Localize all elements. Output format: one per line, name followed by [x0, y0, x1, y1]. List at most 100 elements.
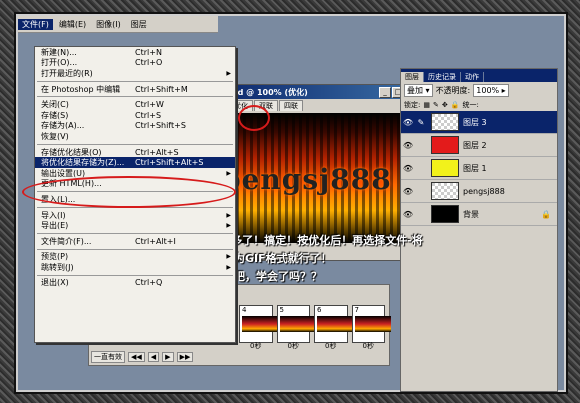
submenu-arrow-icon: ▶ — [226, 69, 231, 77]
tab-actions[interactable]: 动作 — [461, 72, 484, 82]
lock-move-icon[interactable]: ✥ — [442, 101, 448, 109]
highlight-ellipse — [22, 176, 236, 208]
menu-separator — [37, 143, 233, 145]
lock-all-icon[interactable]: 🔒 — [451, 101, 460, 109]
layer-thumbnail — [431, 159, 459, 177]
frame-duration[interactable]: 0秒 — [363, 341, 374, 351]
frame-number: 5 — [279, 306, 284, 314]
animation-frame[interactable]: 4 0秒 — [239, 305, 278, 350]
layer-thumbnail — [431, 205, 459, 223]
menu-item-shortcut: Ctrl+W — [135, 100, 164, 110]
frame-duration[interactable]: 0秒 — [250, 341, 261, 351]
file-menu-item[interactable]: 恢复(V) — [35, 131, 235, 142]
menu-layer[interactable]: 图层 — [127, 19, 151, 30]
frame-number: 6 — [317, 306, 322, 314]
layer-row[interactable]: 👁 ✎ 图层 3 — [401, 111, 557, 134]
file-menu-item[interactable]: 退出(X) Ctrl+Q — [35, 278, 235, 289]
menu-file[interactable]: 文件(F) — [18, 18, 53, 30]
eye-icon[interactable]: 👁 — [401, 164, 415, 173]
eye-icon[interactable]: 👁 — [401, 210, 415, 219]
menu-item-label: 在 Photoshop 中编辑 — [41, 84, 121, 94]
layer-thumbnail — [431, 182, 459, 200]
menu-item-label: 文件简介(F)... — [41, 236, 92, 246]
menu-image[interactable]: 图像(I) — [92, 19, 125, 30]
eye-icon[interactable]: 👁 — [401, 187, 415, 196]
file-menu-item[interactable]: 文件简介(F)... Ctrl+Alt+I — [35, 236, 235, 247]
file-menu-item[interactable]: 存储优化结果(O) Ctrl+Alt+S — [35, 147, 235, 158]
file-menu-item[interactable]: 打开(O)... Ctrl+O — [35, 58, 235, 69]
loop-select[interactable]: 一直有效 — [91, 351, 125, 363]
menu-item-label: 导入(I) — [41, 210, 66, 220]
file-menu-item[interactable]: 在 Photoshop 中编辑 Ctrl+Shift+M — [35, 84, 235, 95]
file-menu-item[interactable]: 跳转到(J) ▶ — [35, 262, 235, 273]
menu-item-shortcut: Ctrl+Alt+S — [135, 147, 179, 157]
menu-item-label: 导出(E) — [41, 221, 69, 231]
file-menu-item[interactable]: 存储为(A)... Ctrl+Shift+S — [35, 121, 235, 132]
menu-separator — [37, 96, 233, 98]
file-menu-item[interactable]: 预览(P) ▶ — [35, 252, 235, 263]
layer-name: 图层 3 — [463, 117, 487, 127]
layer-row[interactable]: 👁 图层 2 — [401, 134, 557, 157]
file-menu-item[interactable]: 存储(S) Ctrl+S — [35, 110, 235, 121]
frame-duration[interactable]: 0秒 — [288, 341, 299, 351]
animation-frame[interactable]: 6 0秒 — [314, 305, 353, 350]
menu-item-label: 关闭(C) — [41, 100, 69, 110]
menu-item-label: 打开最近的(R) — [41, 68, 93, 78]
file-menu-item[interactable]: 关闭(C) Ctrl+W — [35, 99, 235, 110]
tab-4up[interactable]: 四联 — [279, 100, 303, 111]
menu-item-label: 存储(S) — [41, 110, 69, 120]
menu-item-shortcut: Ctrl+Q — [135, 278, 163, 288]
highlight-circle — [238, 105, 270, 131]
frame-duration[interactable]: 0秒 — [325, 341, 336, 351]
frame-thumbnail — [317, 316, 353, 332]
opacity-field[interactable]: 100% ▸ — [473, 83, 509, 97]
tab-layers[interactable]: 图层 — [401, 72, 424, 82]
file-menu-item[interactable]: 新建(N)... Ctrl+N — [35, 47, 235, 58]
next-frame-button[interactable]: ▶▶ — [176, 352, 194, 362]
outer-frame: 文件(F) 编辑(E) 图像(I) 图层 11.psd @ 100% (优化) … — [0, 0, 580, 403]
lock-label: 锁定: — [404, 100, 421, 109]
menu-separator — [37, 80, 233, 82]
menu-separator — [37, 232, 233, 234]
submenu-arrow-icon: ▶ — [226, 263, 231, 271]
menu-item-label: 新建(N)... — [41, 47, 77, 57]
menubar: 文件(F) 编辑(E) 图像(I) 图层 — [18, 16, 218, 33]
eye-icon[interactable]: 👁 — [401, 118, 415, 127]
prev-frame-button[interactable]: ◀ — [147, 352, 160, 362]
animation-frame[interactable]: 7 0秒 — [351, 305, 391, 350]
layer-thumbnail — [431, 136, 459, 154]
eye-icon[interactable]: 👁 — [401, 141, 415, 150]
tab-history[interactable]: 历史记录 — [424, 72, 461, 82]
lock-paint-icon[interactable]: ✎ — [433, 101, 439, 109]
layer-row[interactable]: 👁 pengsj888 — [401, 180, 557, 203]
submenu-arrow-icon: ▶ — [226, 211, 231, 219]
lock-transparency-icon[interactable]: ▦ — [423, 101, 430, 109]
menu-edit[interactable]: 编辑(E) — [55, 19, 90, 30]
unify-label: 统一: — [462, 100, 479, 109]
menu-item-shortcut: Ctrl+Shift+Alt+S — [135, 158, 204, 168]
menu-item-shortcut: Ctrl+S — [135, 110, 162, 120]
frame-number: 7 — [354, 306, 359, 314]
frame-number: 4 — [242, 306, 247, 314]
play-button[interactable]: ▶ — [162, 352, 174, 362]
brush-icon: ✎ — [417, 117, 425, 127]
layer-name: 图层 1 — [463, 163, 487, 173]
file-menu-item[interactable]: 导出(E) ▶ — [35, 220, 235, 231]
minimize-icon[interactable]: _ — [379, 87, 391, 98]
layer-row[interactable]: 👁 背景 🔒 — [401, 203, 557, 226]
menu-item-shortcut: Ctrl+Shift+M — [135, 84, 188, 94]
file-menu-item[interactable]: 将优化结果存储为(Z)... Ctrl+Shift+Alt+S — [35, 157, 235, 168]
blend-mode-select[interactable]: 叠加 ▾ — [404, 83, 433, 97]
frame-thumbnail — [354, 316, 391, 332]
opacity-label: 不透明度: — [435, 85, 471, 95]
frame-thumbnail — [279, 316, 316, 332]
file-menu-item[interactable]: 导入(I) ▶ — [35, 210, 235, 221]
first-frame-button[interactable]: ◀◀ — [128, 352, 145, 362]
file-menu-item[interactable]: 打开最近的(R) ▶ — [35, 68, 235, 79]
layers-list: 👁 ✎ 图层 3 👁 图层 2 👁 图层 1 👁 pengsj888 👁 背景 🔒 — [401, 111, 557, 226]
animation-frame[interactable]: 5 0秒 — [276, 305, 316, 350]
menu-item-label: 存储为(A)... — [41, 121, 85, 131]
menu-item-shortcut: Ctrl+O — [135, 58, 163, 68]
lock-icon: 🔒 — [541, 209, 551, 219]
layer-row[interactable]: 👁 图层 1 — [401, 157, 557, 180]
